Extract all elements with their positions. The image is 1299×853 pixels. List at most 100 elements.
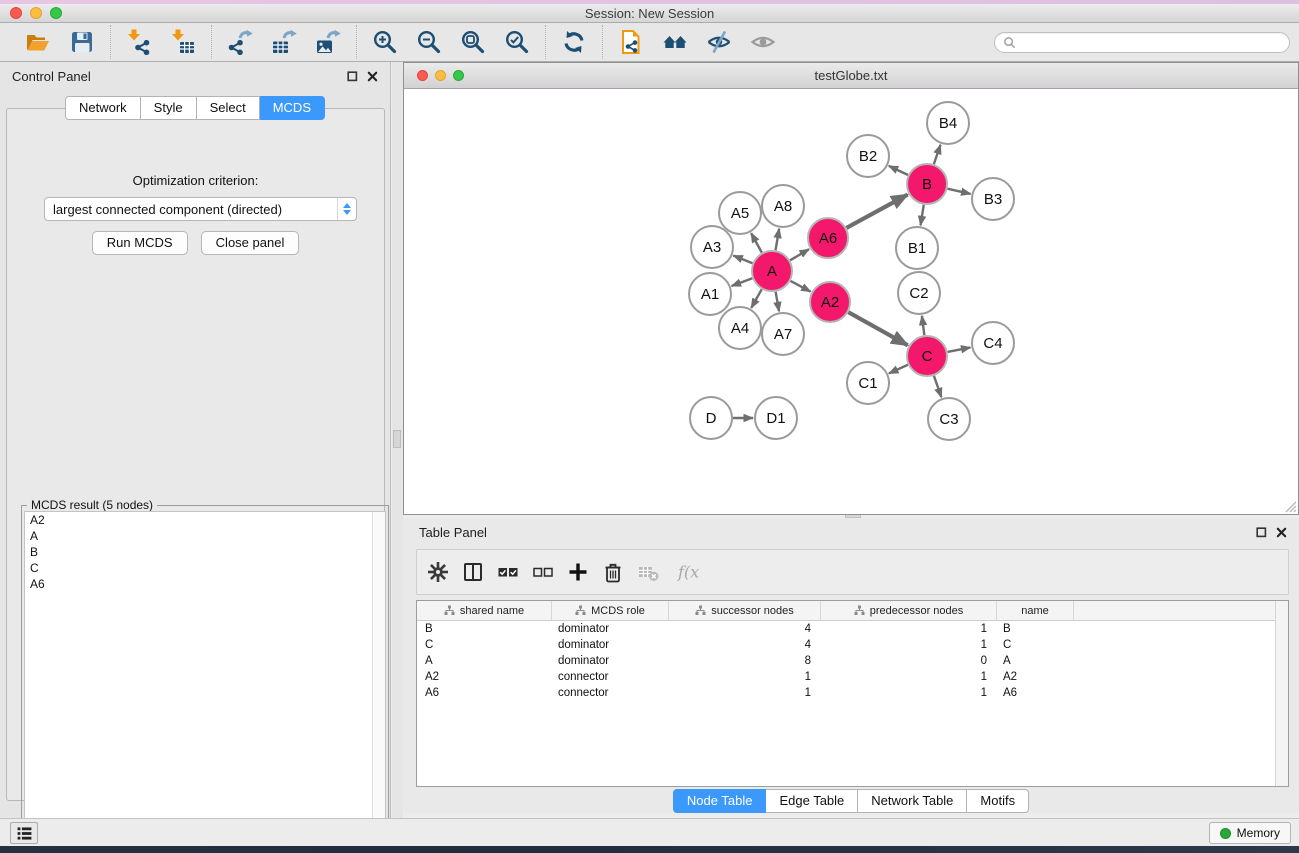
result-item[interactable]: A2 — [25, 512, 385, 528]
search-field[interactable] — [994, 32, 1290, 53]
run-mcds-button[interactable]: Run MCDS — [92, 231, 188, 255]
node-B2[interactable]: B2 — [847, 135, 889, 177]
import-network-button[interactable] — [125, 28, 153, 56]
edge-A-A5[interactable] — [751, 233, 762, 252]
edge-A-A8[interactable] — [776, 229, 780, 251]
edge-A-A1[interactable] — [732, 278, 753, 286]
network-maximize-button[interactable] — [453, 70, 464, 81]
zoom-out-button[interactable] — [415, 28, 443, 56]
deselect-all-button[interactable] — [531, 560, 555, 584]
node-C2[interactable]: C2 — [898, 272, 940, 314]
result-item[interactable]: A — [25, 528, 385, 544]
export-network-button[interactable] — [226, 28, 254, 56]
node-A5[interactable]: A5 — [719, 192, 761, 234]
table-row[interactable]: Cdominator41C — [417, 637, 1275, 653]
column-header-predecessor-nodes[interactable]: predecessor nodes — [821, 601, 997, 620]
tab-node-table[interactable]: Node Table — [673, 789, 767, 813]
edge-A-A7[interactable] — [776, 292, 779, 312]
close-window-button[interactable] — [10, 7, 22, 19]
node-D[interactable]: D — [690, 397, 732, 439]
tab-motifs[interactable]: Motifs — [967, 789, 1029, 813]
edge-A-A2[interactable] — [791, 281, 811, 292]
node-B3[interactable]: B3 — [972, 178, 1014, 220]
node-A8[interactable]: A8 — [762, 185, 804, 227]
resize-grip-icon[interactable] — [1284, 500, 1297, 513]
minimize-window-button[interactable] — [30, 7, 42, 19]
edge-A2-C[interactable] — [848, 312, 907, 345]
vertical-splitter[interactable] — [392, 62, 403, 818]
export-image-button[interactable] — [314, 28, 342, 56]
result-item[interactable]: C — [25, 560, 385, 576]
home-button[interactable] — [661, 28, 689, 56]
maximize-window-button[interactable] — [50, 7, 62, 19]
task-history-button[interactable] — [10, 822, 38, 844]
result-item[interactable]: B — [25, 544, 385, 560]
node-A2[interactable]: A2 — [810, 282, 850, 322]
edge-A6-B[interactable] — [846, 195, 907, 228]
network-canvas[interactable]: B4 B2 B B3 A8A5 A6 B1 A3 A A1 C2 A2 A4A7 C C4 C1 C3 D D1 — [405, 90, 1297, 513]
node-A[interactable]: A — [752, 251, 792, 291]
node-C[interactable]: C — [907, 336, 947, 376]
node-C3[interactable]: C3 — [928, 398, 970, 440]
add-row-button[interactable] — [566, 560, 590, 584]
node-A6[interactable]: A6 — [808, 218, 848, 258]
edge-C-C2[interactable] — [922, 316, 924, 335]
tab-mcds[interactable]: MCDS — [260, 96, 325, 120]
node-D1[interactable]: D1 — [755, 397, 797, 439]
column-header-shared-name[interactable]: shared name — [417, 601, 552, 620]
zoom-in-button[interactable] — [371, 28, 399, 56]
tab-edge-table[interactable]: Edge Table — [766, 789, 858, 813]
refresh-button[interactable] — [560, 28, 588, 56]
table-row[interactable]: A2connector11A2 — [417, 669, 1275, 685]
node-C4[interactable]: C4 — [972, 322, 1014, 364]
node-A1[interactable]: A1 — [689, 273, 731, 315]
network-minimize-button[interactable] — [435, 70, 446, 81]
float-table-panel-icon[interactable] — [1256, 527, 1267, 538]
node-B[interactable]: B — [907, 164, 947, 204]
show-display-button[interactable] — [749, 28, 777, 56]
zoom-fit-button[interactable] — [459, 28, 487, 56]
tab-network[interactable]: Network — [65, 96, 141, 120]
node-C1[interactable]: C1 — [847, 362, 889, 404]
show-columns-button[interactable] — [461, 560, 485, 584]
edge-A-A6[interactable] — [790, 249, 809, 260]
result-item[interactable]: A6 — [25, 576, 385, 592]
import-table-button[interactable] — [169, 28, 197, 56]
splitter-handle[interactable] — [393, 430, 401, 448]
column-header-successor-nodes[interactable]: successor nodes — [669, 601, 821, 620]
close-panel-icon[interactable] — [367, 71, 378, 82]
node-B1[interactable]: B1 — [896, 227, 938, 269]
new-network-file-button[interactable] — [617, 28, 645, 56]
zoom-selected-button[interactable] — [503, 28, 531, 56]
network-window-titlebar[interactable]: testGlobe.txt — [404, 63, 1298, 89]
delete-rows-button[interactable] — [601, 560, 625, 584]
hide-display-button[interactable] — [705, 28, 733, 56]
network-close-button[interactable] — [417, 70, 428, 81]
node-A7[interactable]: A7 — [762, 313, 804, 355]
table-row[interactable]: Adominator80A — [417, 653, 1275, 669]
memory-button[interactable]: Memory — [1209, 822, 1291, 844]
column-header-MCDS-role[interactable]: MCDS role — [552, 601, 669, 620]
edge-A-A3[interactable] — [733, 256, 752, 264]
edge-B-B2[interactable] — [889, 166, 908, 175]
close-table-panel-icon[interactable] — [1276, 527, 1287, 538]
tab-network-table[interactable]: Network Table — [858, 789, 967, 813]
close-panel-button[interactable]: Close panel — [201, 231, 300, 255]
node-A3[interactable]: A3 — [691, 226, 733, 268]
search-input[interactable] — [1021, 36, 1281, 50]
float-panel-icon[interactable] — [347, 71, 358, 82]
edge-B-B4[interactable] — [934, 145, 941, 164]
settings-button[interactable] — [426, 560, 450, 584]
tab-select[interactable]: Select — [197, 96, 260, 120]
mcds-result-list[interactable]: A2ABCA6 — [24, 511, 386, 838]
open-session-button[interactable] — [24, 28, 52, 56]
edge-B-B3[interactable] — [947, 189, 970, 194]
edge-C-C4[interactable] — [948, 347, 971, 351]
node-A4[interactable]: A4 — [719, 307, 761, 349]
table-row[interactable]: A6connector11A6 — [417, 685, 1275, 701]
column-header-name[interactable]: name — [997, 601, 1074, 620]
select-all-button[interactable] — [496, 560, 520, 584]
table-row[interactable]: Bdominator41B — [417, 621, 1275, 637]
edge-C-C1[interactable] — [889, 365, 908, 374]
node-B4[interactable]: B4 — [927, 102, 969, 144]
